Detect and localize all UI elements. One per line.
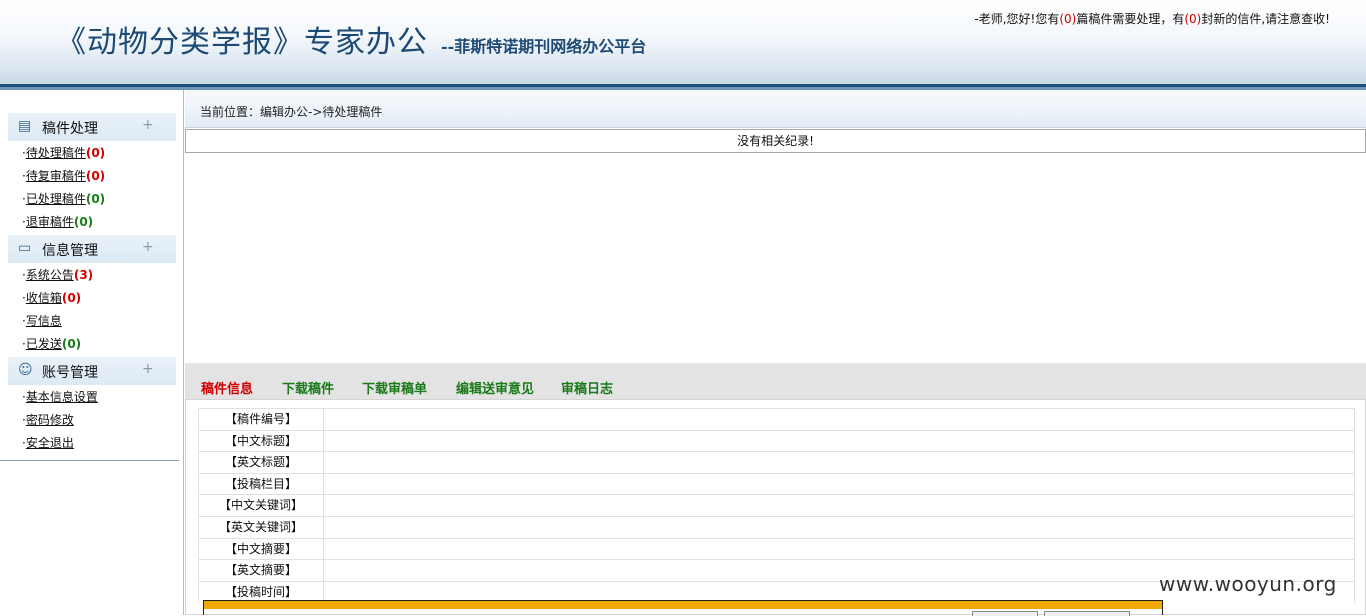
panel-button[interactable] — [972, 611, 1038, 616]
user-icon: ☺ — [18, 362, 33, 378]
field-label: 【投稿栏目】 — [199, 474, 324, 495]
tab-download-manuscript[interactable]: 下载稿件 — [282, 378, 334, 397]
sidebar-item-announcements[interactable]: ·系统公告(3) — [22, 266, 93, 283]
greeting-suffix: 封新的信件,请注意查收! — [1201, 12, 1330, 26]
bottom-panel — [203, 600, 1163, 616]
field-label: 【英文标题】 — [199, 452, 324, 473]
sidebar-item-label[interactable]: 安全退出 — [26, 436, 74, 450]
empty-result-row: 没有相关纪录! — [185, 129, 1366, 153]
field-label: 【中文关键词】 — [199, 495, 324, 516]
sidebar-group-label: 信息管理 — [42, 243, 98, 259]
sidebar-group-account[interactable]: ☺ 账号管理 + — [8, 357, 176, 385]
breadcrumb: 当前位置：编辑办公->待处理稿件 — [185, 90, 1366, 128]
expand-icon[interactable]: + — [142, 239, 154, 255]
breadcrumb-text: 当前位置：编辑办公->待处理稿件 — [200, 105, 383, 119]
no-record-message: 没有相关纪录! — [737, 134, 814, 148]
sidebar-item-label[interactable]: 系统公告 — [26, 268, 74, 282]
app-title: 《动物分类学报》专家办公 — [56, 25, 428, 60]
sidebar-item-count: (0) — [73, 215, 94, 229]
sidebar-item-logout[interactable]: ·安全退出 — [22, 434, 74, 451]
sidebar-item-processed[interactable]: ·已处理稿件(0) — [22, 190, 105, 207]
sidebar-group-label: 稿件处理 — [42, 121, 98, 137]
sidebar: ▤ 稿件处理 + ·待处理稿件(0) ·待复审稿件(0) ·已处理稿件(0) ·… — [0, 90, 184, 615]
tab-manuscript-info[interactable]: 稿件信息 — [201, 378, 253, 397]
table-row: 【英文标题】 — [198, 451, 1355, 473]
sidebar-item-count: (0) — [85, 146, 106, 160]
tab-editor-review-opinion[interactable]: 编辑送审意见 — [456, 378, 534, 397]
sidebar-item-count: (0) — [85, 169, 106, 183]
greeting-prefix: -老师,您好!您有 — [974, 12, 1060, 26]
new-mail-count: (0) — [1184, 12, 1202, 26]
sidebar-item-sent[interactable]: ·已发送(0) — [22, 335, 81, 352]
pending-count: (0) — [1059, 12, 1077, 26]
sidebar-item-label[interactable]: 收信箱 — [26, 291, 62, 305]
sidebar-item-label[interactable]: 待复审稿件 — [26, 169, 86, 183]
field-label: 【英文摘要】 — [199, 560, 324, 581]
message-icon: ▭ — [18, 240, 32, 256]
sidebar-item-inbox[interactable]: ·收信箱(0) — [22, 289, 81, 306]
sidebar-item-count: (0) — [61, 337, 82, 351]
watermark: www.wooyun.org — [1159, 572, 1337, 596]
sidebar-item-label[interactable]: 写信息 — [26, 314, 62, 328]
field-label: 【英文关键词】 — [199, 517, 324, 538]
sidebar-item-compose[interactable]: ·写信息 — [22, 312, 62, 329]
expand-icon[interactable]: + — [142, 361, 154, 377]
sidebar-item-label[interactable]: 基本信息设置 — [26, 390, 98, 404]
table-row: 【稿件编号】 — [198, 408, 1355, 430]
sidebar-item-rejected[interactable]: ·退审稿件(0) — [22, 213, 93, 230]
sidebar-group-messages[interactable]: ▭ 信息管理 + — [8, 235, 176, 263]
field-label: 【中文摘要】 — [199, 539, 324, 560]
sidebar-item-label[interactable]: 已发送 — [26, 337, 62, 351]
greeting-message: -老师,您好!您有(0)篇稿件需要处理，有(0)封新的信件,请注意查收! — [974, 10, 1330, 27]
sidebar-item-change-password[interactable]: ·密码修改 — [22, 411, 74, 428]
table-row: 【中文标题】 — [198, 430, 1355, 452]
field-label: 【稿件编号】 — [199, 409, 324, 430]
field-label: 【中文标题】 — [199, 431, 324, 452]
panel-header-bar — [204, 601, 1162, 609]
tab-download-review-form[interactable]: 下载审稿单 — [362, 378, 427, 397]
sidebar-divider — [0, 460, 179, 461]
header: 《动物分类学报》专家办公 --菲斯特诺期刊网络办公平台 -老师,您好!您有(0)… — [0, 0, 1366, 84]
sidebar-item-count: (0) — [61, 291, 82, 305]
panel-button[interactable] — [1044, 611, 1130, 616]
sidebar-group-label: 账号管理 — [42, 365, 98, 381]
expand-icon[interactable]: + — [142, 117, 154, 133]
tab-bar: 稿件信息 下载稿件 下载审稿单 编辑送审意见 审稿日志 — [185, 363, 1366, 399]
sidebar-item-count: (3) — [73, 268, 94, 282]
table-row: 【中文关键词】 — [198, 494, 1355, 516]
sidebar-item-label[interactable]: 退审稿件 — [26, 215, 74, 229]
sidebar-item-count: (0) — [85, 192, 106, 206]
sidebar-item-label[interactable]: 已处理稿件 — [26, 192, 86, 206]
sidebar-item-re-review[interactable]: ·待复审稿件(0) — [22, 167, 105, 184]
document-icon: ▤ — [18, 118, 32, 134]
tab-review-log[interactable]: 审稿日志 — [561, 378, 613, 397]
sidebar-item-pending[interactable]: ·待处理稿件(0) — [22, 144, 105, 161]
sidebar-item-label[interactable]: 待处理稿件 — [26, 146, 86, 160]
sidebar-group-manuscripts[interactable]: ▤ 稿件处理 + — [8, 113, 176, 141]
table-row: 【英文关键词】 — [198, 516, 1355, 538]
table-row: 【中文摘要】 — [198, 538, 1355, 560]
sidebar-item-profile-settings[interactable]: ·基本信息设置 — [22, 388, 98, 405]
app-subtitle: --菲斯特诺期刊网络办公平台 — [441, 37, 647, 56]
sidebar-item-label[interactable]: 密码修改 — [26, 413, 74, 427]
table-row: 【投稿栏目】 — [198, 473, 1355, 495]
greeting-middle: 篇稿件需要处理，有 — [1076, 12, 1185, 26]
